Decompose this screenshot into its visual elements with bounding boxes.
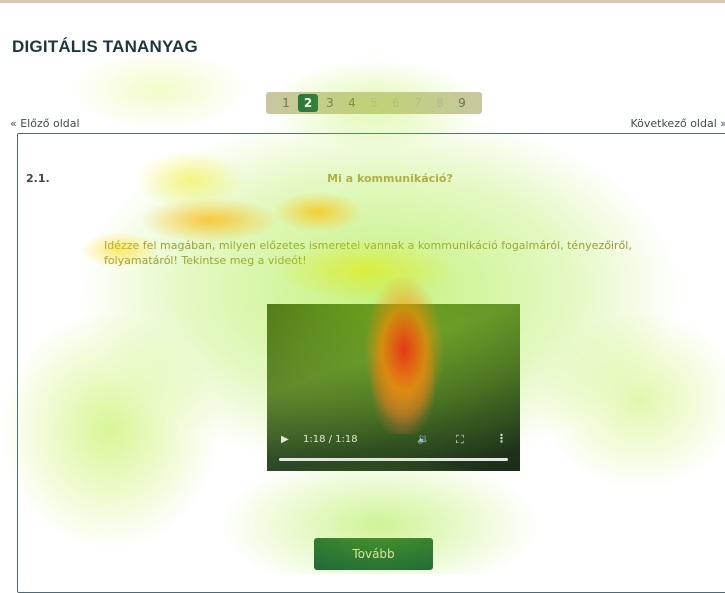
more-vert-icon[interactable]: ⋮ (496, 432, 507, 445)
page-link-4[interactable]: 4 (342, 94, 362, 112)
section-intro-text: Idézze fel magában, milyen előzetes isme… (104, 239, 632, 267)
page-link-9[interactable]: 9 (452, 94, 472, 112)
continue-button[interactable]: Tovább (314, 538, 433, 570)
video-player[interactable]: ▶ 1:18 / 1:18 🔉 ⛶ ⋮ (267, 304, 520, 471)
video-time: 1:18 / 1:18 (303, 434, 358, 445)
page-link-7[interactable]: 7 (408, 94, 428, 112)
page-link-2-current[interactable]: 2 (298, 94, 318, 112)
page-link-6[interactable]: 6 (386, 94, 406, 112)
previous-page-link[interactable]: « Előző oldal (10, 117, 80, 130)
top-divider (0, 0, 725, 3)
volume-icon[interactable]: 🔉 (417, 434, 429, 445)
fullscreen-icon[interactable]: ⛶ (456, 433, 464, 447)
page-link-1[interactable]: 1 (276, 94, 296, 112)
video-frame-person (372, 314, 434, 434)
page-title: DIGITÁLIS TANANYAG (12, 37, 198, 56)
next-page-link[interactable]: Következő oldal » (630, 117, 725, 130)
play-icon[interactable]: ▶ (281, 434, 289, 445)
section-number: 2.1. (26, 172, 50, 185)
page-link-8[interactable]: 8 (430, 94, 450, 112)
section-title: Mi a kommunikáció? (327, 172, 453, 185)
video-controls: ▶ 1:18 / 1:18 🔉 ⛶ ⋮ (267, 427, 520, 471)
page-pagination: 1 2 3 4 5 6 7 8 9 (266, 92, 482, 114)
page-link-3[interactable]: 3 (320, 94, 340, 112)
video-progress-bar[interactable] (279, 458, 508, 461)
page-link-5[interactable]: 5 (364, 94, 384, 112)
